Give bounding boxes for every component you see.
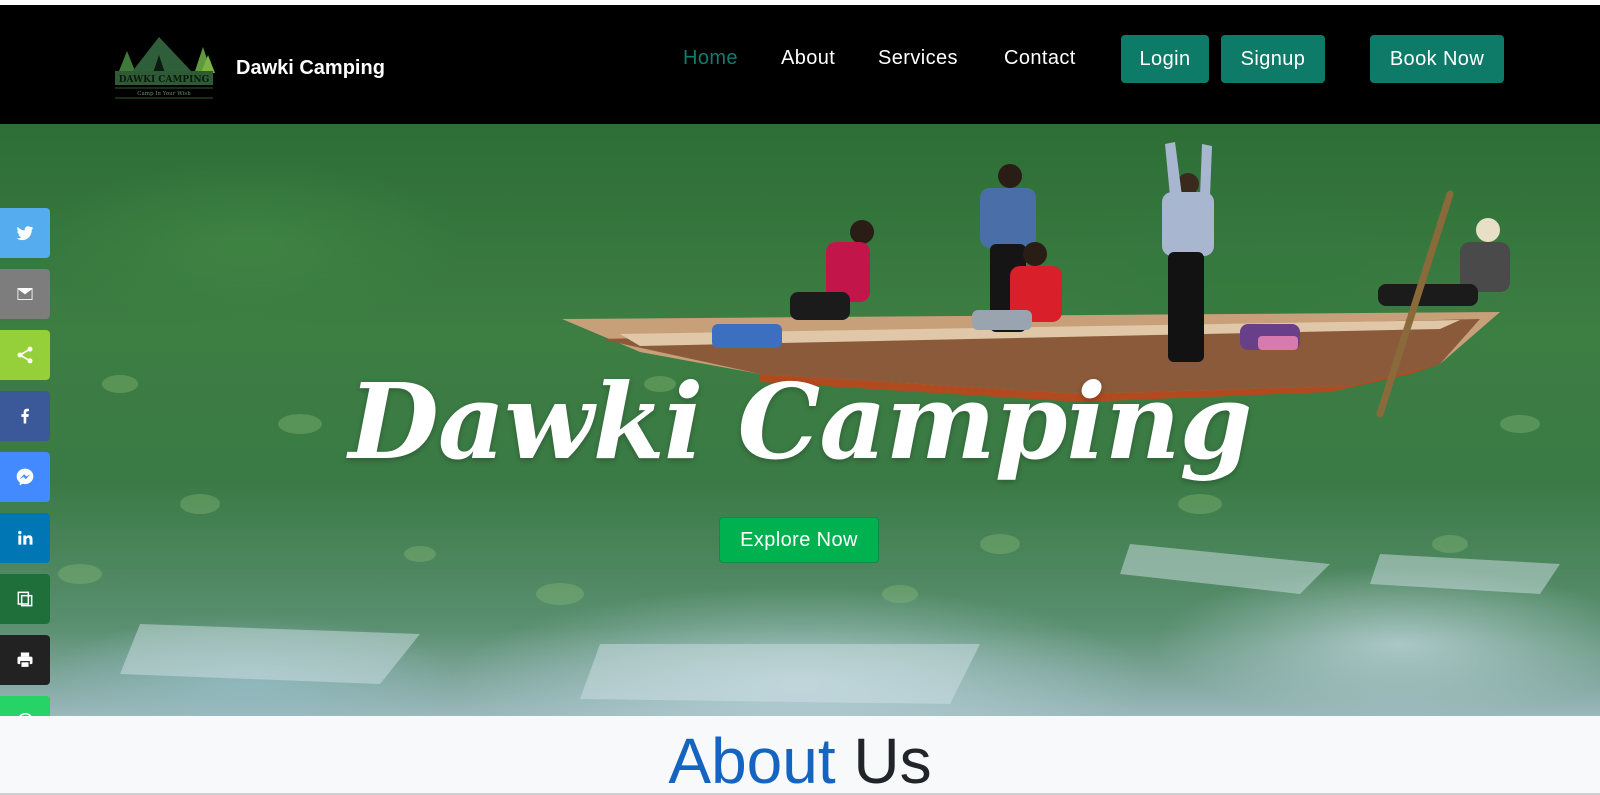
print-icon <box>17 652 33 669</box>
share-copy-button[interactable] <box>0 574 50 624</box>
linkedin-icon <box>18 530 33 545</box>
share-messenger-button[interactable] <box>0 452 50 502</box>
navbar: DAWKI CAMPING Camp In Your Wish Dawki Ca… <box>0 5 1600 124</box>
share-linkedin-button[interactable] <box>0 513 50 563</box>
hero-title: Dawki Camping <box>348 360 1253 483</box>
tent-logo-icon: DAWKI CAMPING Camp In Your Wish <box>115 37 215 99</box>
share-twitter-button[interactable] <box>0 208 50 258</box>
twitter-icon <box>16 226 34 241</box>
about-heading: About Us <box>0 724 1600 795</box>
nav-link-about[interactable]: About <box>781 47 835 70</box>
signup-button[interactable]: Signup <box>1221 35 1325 83</box>
email-icon <box>17 288 33 300</box>
brand-logo[interactable]: DAWKI CAMPING Camp In Your Wish <box>113 33 217 101</box>
explore-now-button[interactable]: Explore Now <box>719 517 879 563</box>
about-heading-accent: About <box>668 725 836 795</box>
messenger-icon <box>16 468 34 486</box>
page: DAWKI CAMPING Camp In Your Wish Dawki Ca… <box>0 0 1600 795</box>
logo-text: DAWKI CAMPING <box>119 75 210 85</box>
share-email-button[interactable] <box>0 269 50 319</box>
about-section: About Us <box>0 716 1600 795</box>
login-button[interactable]: Login <box>1121 35 1209 83</box>
share-print-button[interactable] <box>0 635 50 685</box>
share-facebook-button[interactable] <box>0 391 50 441</box>
hero-banner: Dawki Camping Explore Now <box>0 124 1600 716</box>
nav-link-home[interactable]: Home <box>683 47 738 70</box>
book-now-button[interactable]: Book Now <box>1370 35 1504 83</box>
about-heading-rest: Us <box>853 725 932 795</box>
nav-link-contact[interactable]: Contact <box>1004 47 1076 70</box>
logo-tagline: Camp In Your Wish <box>137 91 191 97</box>
share-icon <box>17 346 33 364</box>
share-generic-button[interactable] <box>0 330 50 380</box>
nav-link-services[interactable]: Services <box>878 47 958 70</box>
facebook-icon <box>21 408 29 424</box>
copy-link-icon <box>17 591 33 607</box>
brand-name[interactable]: Dawki Camping <box>236 57 385 80</box>
